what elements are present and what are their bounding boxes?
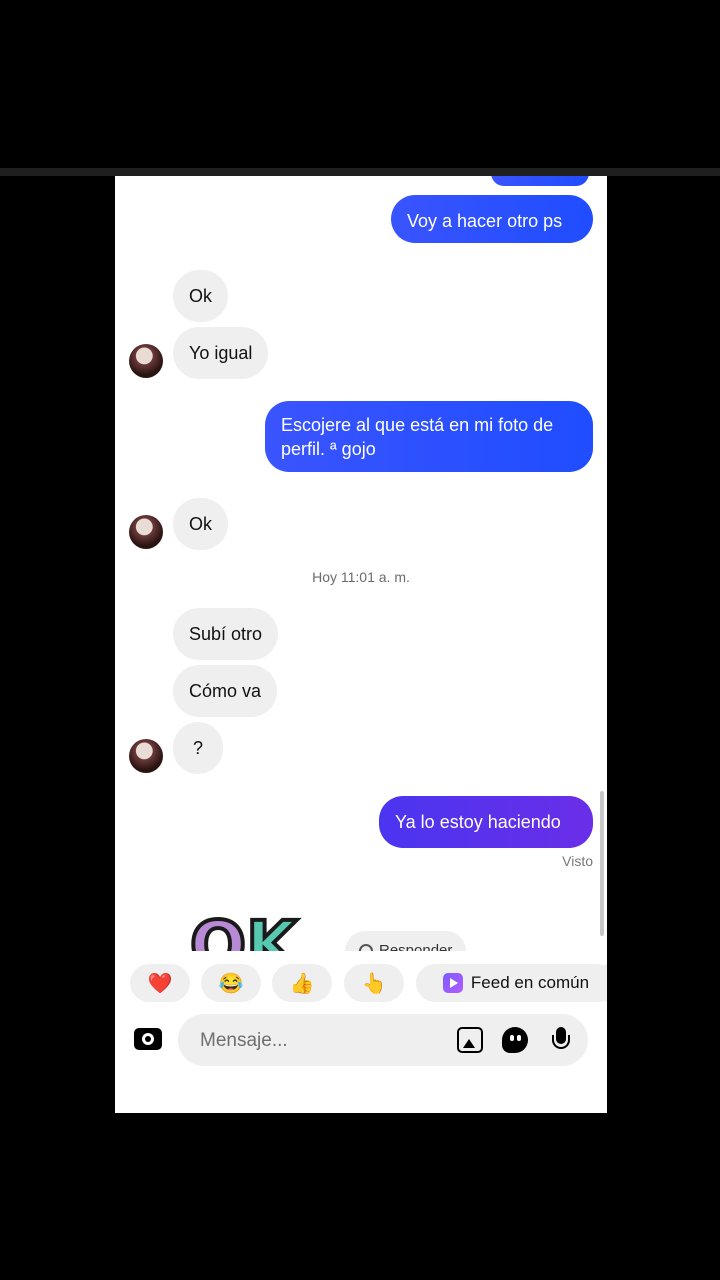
shared-feed-label: Feed en común bbox=[470, 973, 590, 992]
shared-feed-icon bbox=[442, 973, 463, 993]
message-bubble-incoming[interactable]: Subí otro bbox=[173, 608, 279, 660]
message-input-container bbox=[178, 1014, 588, 1068]
contact-avatar[interactable] bbox=[129, 739, 163, 773]
reaction-thumbs-up-button[interactable]: 👍 bbox=[272, 964, 332, 1002]
message-bubble-outgoing[interactable]: Voy a hacer otro ps bbox=[391, 195, 593, 243]
smiley-icon bbox=[359, 944, 373, 951]
reaction-heart-button[interactable]: ❤️ bbox=[130, 964, 190, 1002]
shared-feed-button[interactable]: Feed en común bbox=[416, 964, 607, 1002]
ok-sticker[interactable]: OK bbox=[188, 911, 299, 952]
previous-message-edge bbox=[491, 176, 589, 186]
reaction-point-up-button[interactable]: 👆 bbox=[344, 964, 404, 1002]
reaction-laugh-button[interactable]: 😂 bbox=[201, 964, 261, 1002]
seen-indicator: Visto bbox=[562, 853, 593, 869]
chat-screen: Voy a hacer otro ps Ok Yo igual Escojere… bbox=[115, 176, 607, 1113]
sticker-letter: O bbox=[188, 907, 248, 952]
heart-icon: ❤️ bbox=[147, 972, 173, 995]
contact-avatar[interactable] bbox=[129, 515, 163, 549]
quick-reaction-bar: ❤️ 😂 👍 👆 Feed en común bbox=[115, 964, 607, 1004]
sticker-icon[interactable] bbox=[502, 1027, 528, 1053]
message-bubble-incoming[interactable]: Yo igual bbox=[173, 327, 269, 379]
message-list[interactable]: Voy a hacer otro ps Ok Yo igual Escojere… bbox=[115, 176, 607, 951]
contact-avatar[interactable] bbox=[129, 344, 163, 378]
gallery-icon[interactable] bbox=[457, 1027, 483, 1053]
reply-label: Responder bbox=[379, 942, 453, 951]
camera-icon[interactable] bbox=[134, 1028, 162, 1050]
chat-timestamp: Hoy 11:01 a. m. bbox=[312, 569, 410, 585]
message-bubble-outgoing[interactable]: Escojere al que está en mi foto de perfi… bbox=[265, 401, 593, 472]
message-composer bbox=[115, 1012, 607, 1068]
thumbs-up-icon: 👍 bbox=[289, 972, 315, 995]
message-input[interactable] bbox=[198, 1014, 442, 1068]
message-bubble-incoming[interactable]: Ok bbox=[173, 498, 229, 550]
status-bar-strip bbox=[0, 168, 720, 176]
message-bubble-outgoing[interactable]: Ya lo estoy haciendo bbox=[379, 796, 593, 848]
message-bubble-incoming[interactable]: Cómo va bbox=[173, 665, 278, 717]
pointing-hand-icon: 👆 bbox=[361, 972, 387, 995]
reply-button[interactable]: Responder bbox=[345, 931, 467, 951]
message-bubble-incoming[interactable]: ? bbox=[173, 722, 223, 774]
scrollbar[interactable] bbox=[600, 791, 604, 936]
message-bubble-incoming[interactable]: Ok bbox=[173, 270, 229, 322]
microphone-icon[interactable] bbox=[548, 1027, 574, 1053]
overflow-chip[interactable] bbox=[599, 964, 607, 1002]
sticker-letter: K bbox=[244, 907, 299, 952]
laughing-emoji-icon: 😂 bbox=[218, 972, 244, 995]
